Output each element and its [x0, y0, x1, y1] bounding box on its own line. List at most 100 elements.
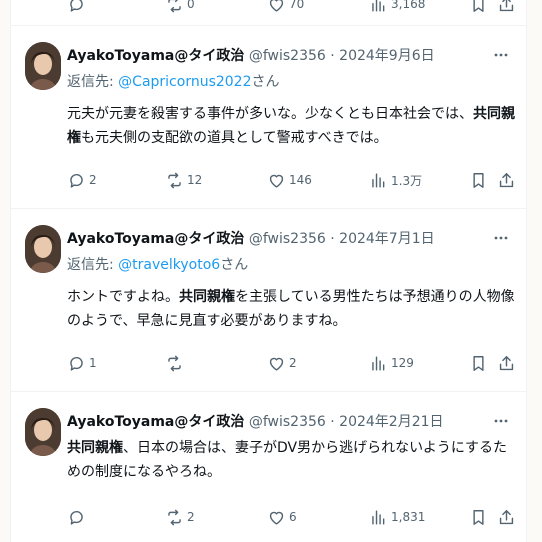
share-icon	[497, 171, 516, 190]
views-bar-chart-icon	[369, 0, 388, 14]
reply-prefix: 返信先:	[67, 257, 119, 273]
reply-suffix: さん	[251, 74, 280, 90]
tweet-timeline: 0 70 3,168 AyakoToyama@タイ政治 @fwis2356 · …	[10, 0, 527, 542]
reply-button[interactable]	[67, 0, 86, 16]
timestamp[interactable]: 2024年9月6日	[339, 48, 434, 64]
reply-handle-link[interactable]: @Capricornus2022	[118, 74, 251, 90]
view-count: 1.3万	[391, 173, 423, 188]
bookmark-button[interactable]	[469, 505, 488, 529]
tweet-header: AyakoToyama@タイ政治 @fwis2356 · 2024年7月1日	[67, 228, 490, 250]
retweet-icon	[165, 171, 184, 190]
heart-icon	[267, 171, 286, 190]
bookmark-icon	[469, 354, 488, 373]
retweet-icon	[165, 0, 184, 14]
retweet-button[interactable]: 2	[165, 505, 195, 529]
share-icon	[497, 354, 516, 373]
views-button[interactable]: 129	[369, 351, 414, 375]
display-name[interactable]: AyakoToyama@タイ政治	[67, 231, 244, 247]
more-button[interactable]	[492, 412, 510, 430]
tweet[interactable]: AyakoToyama@タイ政治 @fwis2356 · 2024年7月1日 返…	[11, 209, 526, 392]
retweet-button[interactable]	[165, 351, 187, 375]
reply-icon	[67, 0, 86, 14]
reply-count: 2	[89, 173, 97, 187]
view-count: 1,831	[391, 510, 426, 524]
tweet-text-part: ホントですよね。	[67, 289, 179, 305]
separator: ·	[325, 48, 340, 64]
avatar[interactable]	[25, 42, 61, 90]
tweet-actions: 0 70 3,168	[67, 0, 517, 16]
bookmark-icon	[469, 171, 488, 190]
tweet[interactable]: AyakoToyama@タイ政治 @fwis2356 · 2024年9月6日 返…	[11, 26, 526, 209]
tweet-text-bold: 共同親権	[179, 289, 235, 305]
heart-icon	[267, 0, 286, 14]
share-button[interactable]	[497, 505, 516, 529]
tweet-text-part: 、日本の場合は、妻子がDV男から逃げられないようにするための制度になるやろね。	[67, 440, 507, 480]
tweet-actions: 2 12 146 1.3万	[67, 168, 517, 192]
like-count: 2	[289, 356, 297, 370]
handle[interactable]: @fwis2356	[249, 48, 326, 64]
avatar[interactable]	[25, 408, 61, 456]
more-dots-icon	[494, 53, 508, 57]
like-button[interactable]: 146	[267, 168, 312, 192]
retweet-icon	[165, 354, 184, 373]
views-bar-chart-icon	[369, 508, 388, 527]
retweet-button[interactable]: 0	[165, 0, 195, 16]
view-count: 3,168	[391, 0, 426, 11]
reply-context: 返信先: @Capricornus2022さん	[67, 72, 280, 92]
bookmark-button[interactable]	[469, 351, 488, 375]
reply-count: 1	[89, 356, 97, 370]
like-button[interactable]: 6	[267, 505, 297, 529]
bookmark-button[interactable]	[469, 0, 488, 16]
tweet-actions: 2 6 1,831	[67, 505, 517, 529]
reply-suffix: さん	[220, 257, 249, 273]
view-count: 129	[391, 356, 414, 370]
tweet-text-part: 元夫が元妻を殺害する事件が多いな。少なくとも日本社会では、	[67, 106, 473, 122]
separator: ·	[325, 414, 340, 430]
share-button[interactable]	[497, 351, 516, 375]
more-button[interactable]	[492, 46, 510, 64]
tweet-partial[interactable]: 0 70 3,168	[11, 0, 526, 26]
views-button[interactable]: 1,831	[369, 505, 425, 529]
avatar[interactable]	[25, 225, 61, 273]
like-count: 146	[289, 173, 312, 187]
like-button[interactable]: 70	[267, 0, 304, 16]
retweet-icon	[165, 508, 184, 527]
tweet-actions: 1 2 129	[67, 351, 517, 375]
more-button[interactable]	[492, 229, 510, 247]
bookmark-button[interactable]	[469, 168, 488, 192]
like-count: 70	[289, 0, 305, 11]
views-bar-chart-icon	[369, 171, 388, 190]
more-dots-icon	[494, 419, 508, 423]
handle[interactable]: @fwis2356	[249, 231, 326, 247]
tweet-text: 共同親権、日本の場合は、妻子がDV男から逃げられないようにするための制度になるや…	[67, 436, 515, 484]
share-icon	[497, 0, 516, 14]
share-icon	[497, 508, 516, 527]
reply-prefix: 返信先:	[67, 74, 119, 90]
display-name[interactable]: AyakoToyama@タイ政治	[67, 414, 244, 430]
tweet-text: 元夫が元妻を殺害する事件が多いな。少なくとも日本社会では、共同親権も元夫側の支配…	[67, 102, 515, 150]
reply-button[interactable]: 2	[67, 168, 97, 192]
timestamp[interactable]: 2024年2月21日	[339, 414, 443, 430]
share-button[interactable]	[497, 0, 516, 16]
views-button[interactable]: 1.3万	[369, 168, 422, 192]
share-button[interactable]	[497, 168, 516, 192]
reply-icon	[67, 354, 86, 373]
like-count: 6	[289, 510, 297, 524]
tweet-text: ホントですよね。共同親権を主張している男性たちは予想通りの人物像のようで、早急に…	[67, 285, 515, 333]
reply-handle-link[interactable]: @travelkyoto6	[118, 257, 220, 273]
reply-button[interactable]	[67, 505, 89, 529]
like-button[interactable]: 2	[267, 351, 297, 375]
retweet-count: 12	[187, 173, 203, 187]
reply-icon	[67, 508, 86, 527]
views-button[interactable]: 3,168	[369, 0, 425, 16]
tweet-text-part: も元夫側の支配欲の道具として警戒すべきでは。	[81, 130, 388, 146]
heart-icon	[267, 508, 286, 527]
tweet[interactable]: AyakoToyama@タイ政治 @fwis2356 · 2024年2月21日 …	[11, 392, 526, 542]
retweet-count: 0	[187, 0, 195, 11]
reply-button[interactable]: 1	[67, 351, 97, 375]
tweet-text-bold: 共同親権	[67, 440, 123, 456]
timestamp[interactable]: 2024年7月1日	[339, 231, 434, 247]
display-name[interactable]: AyakoToyama@タイ政治	[67, 48, 244, 64]
retweet-button[interactable]: 12	[165, 168, 202, 192]
handle[interactable]: @fwis2356	[249, 414, 326, 430]
